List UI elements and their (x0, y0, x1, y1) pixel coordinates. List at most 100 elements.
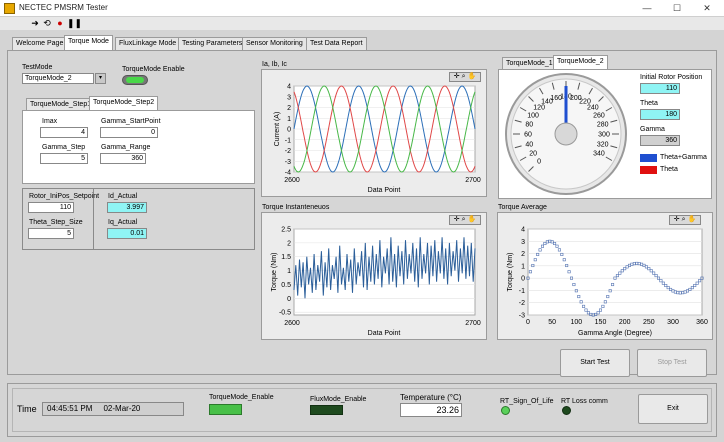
x-axis-label: Data Point (368, 187, 401, 194)
tab-torque-mode[interactable]: Torque Mode (64, 35, 113, 51)
y-tick-label: -3 (519, 313, 525, 320)
gauge-tick-label: 0 (537, 158, 541, 165)
graph-palette[interactable]: ✛ ⌕ ✋ (669, 215, 701, 225)
run-arrow-icon[interactable]: ➜ (30, 18, 40, 28)
y-tick-label: 1.5 (281, 254, 291, 261)
id-actual-value: 3.997 (107, 202, 147, 213)
gamma-range-label: Gamma_Range (101, 144, 151, 151)
torque-inst-chart: 2.5 2 1.5 1 0.5 0 -0.5 2600 2700 Data Point To… (271, 227, 481, 338)
temperature-value: 23.26 (400, 403, 462, 417)
tab-test-data-report[interactable]: Test Data Report (306, 37, 367, 51)
x-axis-label: Gamma Angle (Degree) (578, 330, 652, 337)
legend-theta: Theta (660, 166, 678, 173)
app-logo-icon (4, 3, 15, 14)
rotor-inipos-label: Rotor_IniPos_Setpoint (29, 193, 100, 200)
x-tick-label: 360 (696, 319, 708, 326)
gamma-startpoint-label: Gamma_StartPoint (101, 118, 161, 125)
imax-input[interactable]: 4 (40, 127, 88, 138)
start-test-button[interactable]: Start Test (560, 349, 630, 377)
gamma-step-label: Gamma_Step (42, 144, 86, 151)
y-tick-label: 0 (287, 296, 291, 303)
tab-testing-parameters[interactable]: Testing Parameters (178, 37, 247, 51)
gamma-step-input[interactable]: 5 (40, 153, 88, 164)
x-tick-label: 200 (619, 319, 631, 326)
theta-step-size-input[interactable]: 5 (28, 228, 74, 239)
x-tick-label: 2600 (284, 177, 300, 184)
torque-mode-enable-status-label: TorqueMode_Enable (209, 394, 274, 401)
id-actual-label: Id_Actual (108, 193, 138, 200)
x-tick-label: 250 (643, 319, 655, 326)
flux-mode-enable-label: FluxMode_Enable (310, 396, 367, 403)
rt-sign-of-life-led (501, 406, 510, 415)
y-tick-label: -0.5 (279, 310, 291, 317)
tab-welcome-page[interactable]: Welcome Page (12, 37, 68, 51)
y-tick-label: -4 (285, 170, 291, 177)
torque-avg-chart: 4 3 2 1 0 -1 -2 -3 0 50 100 150 200 250 300 360 Gamma … (507, 227, 708, 338)
imax-label: Imax (42, 118, 58, 125)
rt-loss-comm-label: RT Loss comm (561, 398, 608, 405)
y-tick-label: -3 (285, 159, 291, 166)
stop-test-button[interactable]: Stop Test (637, 349, 707, 377)
x-tick-label: 300 (667, 319, 679, 326)
gauge-tick-label: 60 (524, 132, 532, 139)
rotor-gauge: 0204060801001201401601802002202402602803… (505, 73, 627, 195)
iq-actual-label: Iq_Actual (108, 219, 138, 226)
y-axis-label: Current (A) (274, 112, 281, 147)
graph-palette[interactable]: ✛ ⌕ ✋ (449, 72, 481, 82)
abort-icon[interactable]: ● (55, 18, 65, 28)
gamma-value: 360 (640, 135, 680, 146)
y-tick-label: 1 (287, 268, 291, 275)
rotor-inipos-input[interactable]: 110 (28, 202, 74, 213)
initial-rotor-value: 110 (640, 83, 680, 94)
x-tick-label: 150 (595, 319, 607, 326)
y-tick-label: -2 (285, 148, 291, 155)
rt-loss-comm-led (562, 406, 571, 415)
torque-mode-enable-label: TorqueMode Enable (122, 66, 185, 73)
gauge-tick-label: 120 (533, 105, 545, 112)
legend-swatch-theta-gamma (640, 154, 657, 162)
temperature-label: Temperature (°C) (400, 393, 462, 402)
test-mode-label: TestMode (22, 64, 53, 71)
tab-torquemode-2[interactable]: TorqueMode_2 (553, 55, 608, 70)
y-tick-label: 3 (287, 94, 291, 101)
x-tick-label: 2700 (465, 177, 481, 184)
minimize-button[interactable]: — (632, 0, 662, 17)
toolbar (0, 17, 724, 30)
gamma-startpoint-input[interactable]: 0 (100, 127, 158, 138)
pause-icon[interactable]: ❚❚ (67, 18, 82, 28)
gauge-hub (554, 122, 578, 146)
y-tick-label: 0 (521, 276, 525, 283)
initial-rotor-label: Initial Rotor Position (640, 74, 703, 81)
x-tick-label: 2600 (284, 320, 300, 327)
exit-button[interactable]: Exit (638, 394, 708, 424)
y-axis-label: Torque (Nm) (507, 253, 514, 292)
tab-sensor-monitoring[interactable]: Sensor Monitoring (242, 37, 307, 51)
torque-mode-enable-indicator (209, 404, 242, 415)
legend-theta-gamma: Theta+Gamma (660, 154, 707, 161)
flux-mode-enable-indicator (310, 405, 343, 415)
tab-torque-mode-step2[interactable]: TorqueMode_Step2 (89, 96, 159, 111)
gamma-label: Gamma (640, 126, 665, 133)
y-tick-label: 0.5 (281, 282, 291, 289)
gauge-tick-label: 80 (525, 122, 533, 129)
graph-palette[interactable]: ✛ ⌕ ✋ (449, 215, 481, 225)
x-axis-label: Data Point (368, 330, 401, 337)
y-tick-label: 2 (521, 251, 525, 258)
gauge-tick-label: 100 (527, 113, 539, 120)
time-display: 04:45:51 PM 02-Mar-20 (42, 402, 184, 416)
theta-value: 180 (640, 109, 680, 120)
currents-graph-title: Ia, Ib, Ic (262, 61, 287, 68)
iq-actual-value: 0.01 (107, 228, 147, 239)
close-button[interactable]: ✕ (692, 0, 722, 17)
run-continuous-icon[interactable]: ⟲ (42, 18, 52, 28)
test-mode-select[interactable]: TorqueMode_2 (22, 73, 94, 84)
chevron-down-icon[interactable]: ▾ (95, 73, 106, 84)
theta-label: Theta (640, 100, 658, 107)
gauge-tick-label: 260 (593, 113, 605, 120)
tab-fluxlinkage-mode[interactable]: FluxLinkage Mode (115, 37, 181, 51)
gauge-tick-label: 320 (597, 141, 609, 148)
torque-mode-enable-toggle[interactable] (122, 75, 148, 85)
y-tick-label: 2.5 (281, 227, 291, 234)
gamma-range-input[interactable]: 360 (100, 153, 146, 164)
maximize-button[interactable]: ☐ (662, 0, 692, 17)
